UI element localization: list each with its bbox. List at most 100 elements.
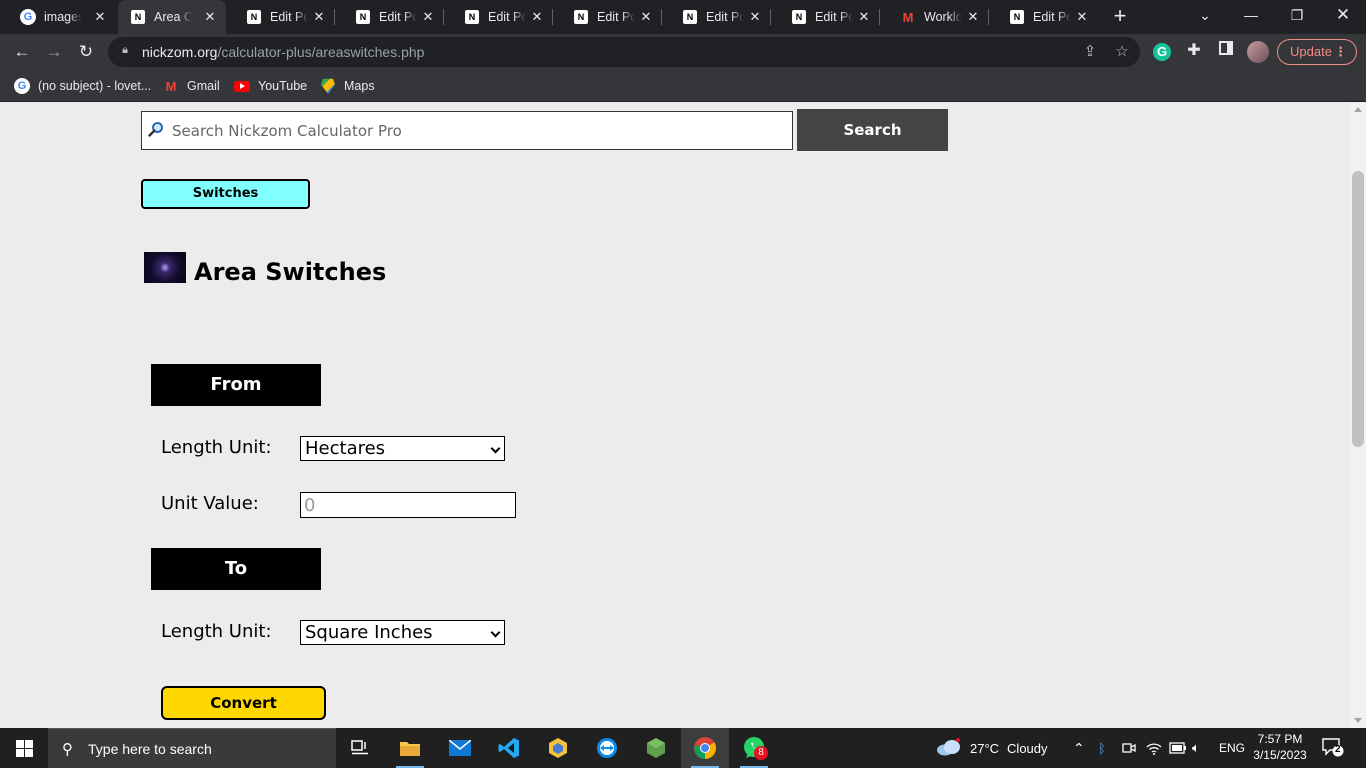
- extensions-puzzle-icon[interactable]: ✚: [1183, 40, 1205, 62]
- gmail-icon: M: [902, 9, 914, 25]
- profile-avatar[interactable]: [1247, 41, 1269, 63]
- back-icon[interactable]: ←: [10, 40, 34, 64]
- teamviewer-icon[interactable]: [583, 728, 631, 768]
- search-icon: ⚲: [62, 741, 73, 758]
- tab-search-chevron-icon[interactable]: ⌄: [1182, 0, 1228, 34]
- gmail-icon: M: [165, 78, 177, 94]
- nickzom-icon: N: [791, 9, 807, 25]
- more-menu-icon[interactable]: ⋮: [1334, 40, 1347, 64]
- system-clock[interactable]: 7:57 PM 3/15/2023: [1252, 731, 1308, 763]
- minimize-button[interactable]: —: [1228, 0, 1274, 34]
- restore-button[interactable]: ❐: [1274, 0, 1320, 34]
- browser-toolbar: ← → ↻ 🔒︎ nickzom.org/calculator-plus/are…: [0, 34, 1366, 70]
- tab-title: Area Co: [154, 10, 192, 24]
- share-icon[interactable]: ⇪: [1079, 41, 1101, 63]
- close-tab-icon[interactable]: ✕: [311, 9, 327, 25]
- taskbar-search-box[interactable]: ⚲ Type here to search: [48, 728, 336, 768]
- bookmark-maps[interactable]: Maps: [320, 76, 375, 96]
- grammarly-extension-icon[interactable]: G: [1153, 43, 1171, 61]
- tab-edit-post[interactable]: N Edit Post ✕: [989, 0, 1098, 34]
- tab-edit-post[interactable]: N Edit Post ✕: [553, 0, 662, 34]
- language-indicator[interactable]: ENG: [1219, 728, 1245, 768]
- bookmark-label: Maps: [344, 79, 375, 93]
- lock-icon[interactable]: 🔒︎: [118, 44, 132, 60]
- page-scrollbar[interactable]: [1350, 103, 1366, 728]
- page-title: Area Switches: [194, 258, 387, 286]
- url-text[interactable]: nickzom.org/calculator-plus/areaswitches…: [142, 44, 424, 60]
- mail-icon[interactable]: [436, 728, 484, 768]
- volume-icon[interactable]: 🔈︎: [1192, 728, 1200, 768]
- calculator-search-input[interactable]: [141, 111, 793, 150]
- node-app-icon[interactable]: [632, 728, 680, 768]
- show-hidden-icons-chevron-icon[interactable]: ⌃: [1073, 728, 1085, 768]
- bookmark-gmail[interactable]: M Gmail: [163, 76, 220, 96]
- page-content: Search Switches Area Switches From Lengt…: [0, 103, 1350, 728]
- side-panel-icon[interactable]: [1215, 40, 1237, 62]
- weather-widget[interactable]: 27°C Cloudy: [936, 728, 1048, 768]
- from-unit-select[interactable]: Hectares: [300, 436, 505, 461]
- tab-title: Edit Post: [815, 10, 853, 24]
- bookmark-star-icon[interactable]: ☆: [1111, 41, 1133, 63]
- convert-button[interactable]: Convert: [161, 686, 326, 720]
- tab-images[interactable]: G images c ✕: [0, 0, 116, 34]
- unit-value-input[interactable]: [300, 492, 516, 518]
- wifi-icon[interactable]: [1146, 728, 1162, 768]
- vscode-icon[interactable]: [485, 728, 533, 768]
- forward-icon[interactable]: →: [42, 40, 66, 64]
- from-section-header: From: [151, 364, 321, 406]
- virtualbox-icon[interactable]: [534, 728, 582, 768]
- tab-edit-post[interactable]: N Edit Post ✕: [771, 0, 880, 34]
- nickzom-icon: N: [130, 9, 146, 25]
- close-window-button[interactable]: ✕: [1320, 0, 1366, 34]
- youtube-icon: [234, 78, 250, 94]
- scroll-up-arrow-icon[interactable]: [1354, 107, 1362, 112]
- battery-icon[interactable]: [1169, 728, 1187, 768]
- tab-workload[interactable]: M Workloa ✕: [880, 0, 989, 34]
- browser-tab-strip: G images c ✕ N Area Co ✕ N Edit Post ✕ N…: [0, 0, 1366, 34]
- tab-edit-post[interactable]: N Edit Post ✕: [335, 0, 444, 34]
- scroll-down-arrow-icon[interactable]: [1354, 718, 1362, 723]
- tab-title: Edit Post: [488, 10, 526, 24]
- to-unit-select[interactable]: Square Inches: [300, 620, 505, 645]
- close-tab-icon[interactable]: ✕: [965, 9, 981, 25]
- nickzom-icon: N: [246, 9, 262, 25]
- task-view-icon[interactable]: [336, 728, 384, 768]
- file-explorer-icon[interactable]: [386, 728, 434, 768]
- windows-logo-icon: [16, 740, 24, 748]
- tab-title: images c: [44, 10, 82, 24]
- new-tab-button[interactable]: +: [1108, 5, 1132, 29]
- tab-edit-post[interactable]: N Edit Post ✕: [444, 0, 553, 34]
- reload-icon[interactable]: ↻: [74, 40, 98, 64]
- close-tab-icon[interactable]: ✕: [638, 9, 654, 25]
- scrollbar-thumb[interactable]: [1352, 171, 1364, 447]
- address-bar[interactable]: 🔒︎ nickzom.org/calculator-plus/areaswitc…: [108, 37, 1140, 67]
- close-tab-icon[interactable]: ✕: [1074, 9, 1090, 25]
- close-tab-icon[interactable]: ✕: [420, 9, 436, 25]
- tab-title: Edit Post: [706, 10, 744, 24]
- tab-edit-post[interactable]: N Edit Post ✕: [662, 0, 771, 34]
- windows-start-button[interactable]: [0, 728, 48, 768]
- update-button[interactable]: Update ⋮: [1277, 39, 1357, 65]
- tab-title: Edit Post: [597, 10, 635, 24]
- bookmark-no-subject[interactable]: G (no subject) - lovet...: [14, 76, 151, 96]
- weather-temperature: 27°C: [970, 740, 1000, 756]
- close-tab-icon[interactable]: ✕: [856, 9, 872, 25]
- close-tab-icon[interactable]: ✕: [202, 9, 218, 25]
- close-tab-icon[interactable]: ✕: [92, 9, 108, 25]
- notification-count: 2: [1335, 744, 1341, 755]
- whatsapp-icon[interactable]: [730, 728, 778, 768]
- meet-now-icon[interactable]: [1122, 728, 1136, 768]
- maps-icon: [320, 78, 336, 94]
- close-tab-icon[interactable]: ✕: [529, 9, 545, 25]
- tab-edit-post[interactable]: N Edit Post ✕: [226, 0, 335, 34]
- clock-date: 3/15/2023: [1253, 748, 1307, 762]
- notification-center-icon[interactable]: 2: [1322, 737, 1344, 759]
- bluetooth-icon[interactable]: ᛒ: [1098, 728, 1106, 768]
- google-icon: G: [14, 78, 30, 94]
- close-tab-icon[interactable]: ✕: [747, 9, 763, 25]
- tab-area-converter[interactable]: N Area Co ✕: [118, 0, 226, 34]
- bookmark-youtube[interactable]: YouTube: [234, 76, 307, 96]
- search-button[interactable]: Search: [797, 109, 948, 151]
- switches-button[interactable]: Switches: [141, 179, 310, 209]
- chrome-icon[interactable]: [681, 728, 729, 768]
